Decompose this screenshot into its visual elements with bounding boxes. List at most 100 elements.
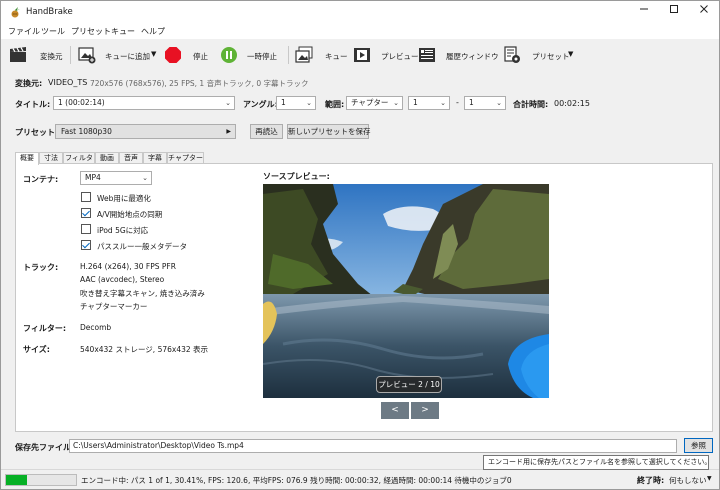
queue-label: キュー (325, 52, 348, 61)
close-icon (700, 5, 708, 13)
title-bar: HandBrake (1, 1, 719, 23)
track-subtitles: 吹き替え字幕スキャン, 焼き込み済み (80, 289, 205, 298)
add-queue-label: キューに追加 (105, 52, 150, 61)
when-done-label: 終了時: (637, 476, 665, 485)
chevron-down-icon[interactable]: ▼ (707, 475, 712, 482)
maximize-icon (670, 5, 678, 13)
range-end-dropdown[interactable]: 1 ⌄ (464, 96, 506, 110)
range-type-value: チャプター (351, 98, 389, 107)
handbrake-window: HandBrake ファイル ツール プリセット キュー ヘルプ 変換元 キュー… (0, 0, 720, 490)
chevron-down-icon[interactable]: ▼ (568, 50, 573, 58)
preview-image (263, 184, 549, 398)
preset-label: プリセット: (15, 128, 59, 137)
chevron-down-icon: ⌄ (142, 174, 148, 182)
tab-summary[interactable]: 概要 (15, 152, 39, 165)
angle-label: アングル: (243, 100, 278, 109)
duration-label: 合計時間: (513, 100, 549, 109)
range-dash: - (456, 98, 459, 107)
pause-icon (221, 47, 237, 63)
pause-label: 一時停止 (247, 52, 277, 61)
range-start-value: 1 (413, 98, 418, 107)
close-button[interactable] (689, 3, 719, 21)
menu-presets[interactable]: プリセット (71, 26, 111, 37)
preview-counter: プレビュー 2 / 10 (376, 376, 442, 393)
presets-label: プリセット (532, 52, 570, 61)
queue-icon (295, 46, 313, 63)
angle-value: 1 (281, 98, 286, 107)
preview-label: プレビュー (381, 52, 419, 61)
stop-label: 停止 (193, 52, 208, 61)
container-dropdown[interactable]: MP4 ⌄ (80, 171, 152, 185)
track-video: H.264 (x264), 30 FPS PFR (80, 262, 176, 271)
chevron-down-icon: ⌄ (393, 99, 399, 107)
chevron-down-icon[interactable]: ▼ (151, 50, 156, 58)
container-value: MP4 (85, 173, 101, 182)
encode-progress-bar (5, 474, 77, 486)
presets-gear-icon (504, 46, 520, 63)
av-align-checkbox[interactable] (81, 208, 91, 218)
source-label: 変換元: (15, 79, 43, 88)
duration-value: 00:02:15 (554, 99, 590, 108)
minimize-button[interactable] (629, 3, 659, 21)
passthru-metadata-label: パススルー一般メタデータ (97, 242, 187, 251)
source-label: 変換元 (40, 52, 63, 61)
pineapple-icon (11, 7, 20, 18)
tracks-label: トラック: (23, 263, 59, 272)
chevron-down-icon: ⌄ (496, 99, 502, 107)
ipod-5g-checkbox[interactable] (81, 224, 91, 234)
preset-value: Fast 1080p30 (61, 127, 112, 136)
filters-label: フィルター: (23, 324, 67, 333)
destination-label: 保存先ファイル: (15, 443, 75, 452)
browse-button[interactable]: 参照 (684, 438, 713, 453)
preview-prev-button[interactable]: < (381, 402, 409, 419)
menu-queue[interactable]: キュー (111, 26, 135, 37)
title-dropdown[interactable]: 1 (00:02:14) ⌄ (53, 96, 235, 110)
source-name: VIDEO_TS (48, 78, 88, 87)
film-strip-icon (354, 48, 370, 62)
track-audio: AAC (avcodec), Stereo (80, 275, 165, 284)
status-bar: エンコード中: パス 1 of 1, 30.41%, FPS: 120.6, 平… (1, 469, 719, 489)
encode-progress-fill (6, 475, 28, 485)
film-clapper-icon (10, 47, 26, 62)
source-info: 720x576 (768x576), 25 FPS, 1 音声トラック, 0 字… (90, 79, 309, 88)
when-done-value[interactable]: 何もしない (669, 475, 707, 486)
source-preview-label: ソースプレビュー: (263, 172, 330, 181)
activity-log-icon (419, 48, 435, 62)
range-end-value: 1 (469, 98, 474, 107)
range-label: 範囲: (325, 100, 345, 109)
toolbar-separator (288, 46, 289, 64)
menu-tools[interactable]: ツール (41, 26, 65, 37)
menu-help[interactable]: ヘルプ (141, 26, 165, 37)
preset-selector[interactable]: Fast 1080p30 ▶ (55, 124, 236, 139)
add-queue-icon (78, 47, 96, 64)
toolbar-separator (70, 46, 71, 64)
chevron-down-icon: ⌄ (306, 99, 312, 107)
preview-next-button[interactable]: > (411, 402, 439, 419)
destination-path-input[interactable]: C:\Users\Administrator\Desktop\Video Ts.… (69, 439, 677, 453)
ipod-5g-label: iPod 5Gに対応 (97, 226, 149, 235)
av-align-label: A/V開始地点の同期 (97, 210, 163, 219)
size-label: サイズ: (23, 345, 50, 354)
maximize-button[interactable] (659, 3, 689, 21)
save-new-preset-button[interactable]: 新しいプリセットを保存 (287, 124, 371, 139)
reload-preset-button[interactable]: 再読込 (250, 124, 283, 139)
filters-value: Decomb (80, 323, 112, 332)
container-label: コンテナ: (23, 175, 59, 184)
chevron-down-icon: ⌄ (225, 99, 231, 107)
minimize-icon (640, 8, 648, 10)
angle-dropdown[interactable]: 1 ⌄ (276, 96, 316, 110)
track-chapters: チャプターマーカー (80, 302, 148, 311)
stop-icon (165, 47, 181, 63)
chevron-down-icon: ⌄ (440, 99, 446, 107)
passthru-metadata-checkbox[interactable] (81, 240, 91, 250)
chevron-right-icon: ▶ (226, 128, 231, 135)
window-title: HandBrake (26, 7, 73, 17)
browse-tooltip: エンコード用に保存先パスとファイル名を参照して選択してください。 (483, 455, 711, 470)
title-value: 1 (00:02:14) (58, 98, 105, 107)
web-optimized-checkbox[interactable] (81, 192, 91, 202)
toolbar: 変換元 キューに追加 ▼ 停止 一時停止 キュー プレビュー 履歴ウィンドウ プ… (1, 39, 719, 71)
range-start-dropdown[interactable]: 1 ⌄ (408, 96, 450, 110)
range-type-dropdown[interactable]: チャプター ⌄ (346, 96, 403, 110)
title-label: タイトル: (15, 100, 51, 109)
menu-file[interactable]: ファイル (8, 26, 40, 37)
